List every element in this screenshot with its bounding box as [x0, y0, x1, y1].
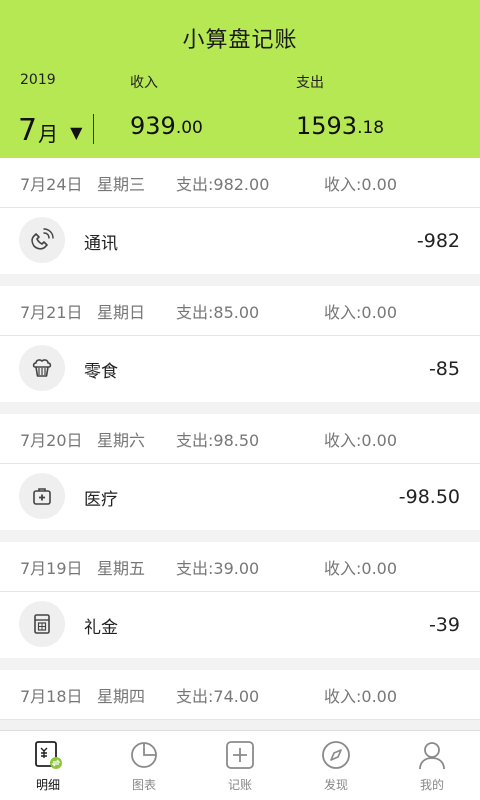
day-expense: 支出:39.00	[176, 558, 260, 578]
cupcake-icon	[19, 345, 65, 391]
month-number: 7	[18, 113, 38, 148]
day-summary-row: 7月24日 星期三 支出:982.00 收入:0.00	[0, 158, 480, 208]
day-group: 7月18日 星期四 支出:74.00 收入:0.00	[0, 670, 480, 720]
app-title: 小算盘记账	[182, 28, 298, 53]
transaction-category: 零食	[84, 361, 118, 382]
tab-label: 我的	[419, 778, 444, 792]
day-expense: 支出:85.00	[176, 302, 260, 322]
summary-header: 小算盘记账 2019 收入 支出 7 月 ▼ 939 .00 1593 .18	[0, 0, 480, 158]
transaction-amount: -982	[416, 230, 460, 252]
tab-ledger[interactable]: 明细	[0, 731, 96, 800]
day-date: 7月18日	[20, 686, 83, 706]
transaction-category: 礼金	[84, 617, 118, 638]
day-income: 收入:0.00	[324, 302, 398, 322]
day-date: 7月20日	[20, 430, 83, 450]
day-weekday: 星期三	[97, 174, 146, 194]
day-income: 收入:0.00	[324, 430, 398, 450]
day-summary-row: 7月20日 星期六 支出:98.50 收入:0.00	[0, 414, 480, 464]
caret-down-icon: ▼	[70, 123, 83, 142]
day-date: 7月24日	[20, 174, 83, 194]
pie-chart-icon	[127, 738, 161, 772]
tab-label: 明细	[35, 778, 60, 792]
day-weekday: 星期四	[97, 686, 146, 706]
red-envelope-icon	[19, 601, 65, 647]
transaction-amount: -85	[428, 358, 460, 380]
transaction-category: 医疗	[84, 489, 118, 510]
day-summary-row: 7月19日 星期五 支出:39.00 收入:0.00	[0, 542, 480, 592]
expense-label: 支出	[296, 75, 324, 91]
day-group: 7月20日 星期六 支出:98.50 收入:0.00 医疗 -98.50	[0, 414, 480, 530]
month-selector[interactable]: 7 月 ▼	[18, 104, 82, 148]
transaction-amount: -39	[428, 614, 460, 636]
year-label[interactable]: 2019	[20, 72, 56, 88]
day-group: 7月19日 星期五 支出:39.00 收入:0.00 礼金 -39	[0, 542, 480, 658]
tab-label: 图表	[131, 778, 156, 792]
day-date: 7月21日	[20, 302, 83, 322]
day-weekday: 星期日	[97, 302, 146, 322]
transaction-row[interactable]: 医疗 -98.50	[0, 464, 480, 530]
tab-label: 记账	[227, 778, 252, 792]
day-expense: 支出:98.50	[176, 430, 260, 450]
day-weekday: 星期五	[97, 558, 146, 578]
month-unit: 月	[38, 122, 59, 146]
day-group: 7月21日 星期日 支出:85.00 收入:0.00 零食 -85	[0, 286, 480, 402]
tab-compass[interactable]: 发现	[288, 731, 384, 800]
transaction-row[interactable]: 通讯 -982	[0, 208, 480, 274]
app-screen: 小算盘记账 2019 收入 支出 7 月 ▼ 939 .00 1593 .18 …	[0, 0, 480, 800]
tab-label: 发现	[323, 778, 348, 792]
income-total: 939 .00	[130, 112, 203, 140]
tab-add[interactable]: 记账	[192, 731, 288, 800]
transaction-list[interactable]: 7月24日 星期三 支出:982.00 收入:0.00 通讯 -982 7月21日 星期日 支出…	[0, 158, 480, 730]
tab-pie-chart[interactable]: 图表	[96, 731, 192, 800]
add-icon	[223, 738, 257, 772]
day-date: 7月19日	[20, 558, 83, 578]
day-income: 收入:0.00	[324, 174, 398, 194]
expense-total: 1593 .18	[296, 112, 384, 140]
day-income: 收入:0.00	[324, 558, 398, 578]
compass-icon	[319, 738, 353, 772]
day-summary-row: 7月21日 星期日 支出:85.00 收入:0.00	[0, 286, 480, 336]
user-icon	[415, 738, 449, 772]
transaction-category: 通讯	[84, 233, 118, 254]
expense-total-integer: 1593	[296, 112, 358, 140]
day-weekday: 星期六	[97, 430, 146, 450]
day-expense: 支出:982.00	[176, 174, 270, 194]
expense-total-decimal: .18	[357, 118, 385, 138]
day-expense: 支出:74.00	[176, 686, 260, 706]
day-income: 收入:0.00	[324, 686, 398, 706]
bottom-tab-bar: 明细 图表 记账 发现 我的	[0, 730, 480, 800]
phone-icon	[19, 217, 65, 263]
medical-kit-icon	[19, 473, 65, 519]
ledger-icon	[31, 738, 65, 772]
transaction-amount: -98.50	[398, 486, 460, 508]
income-label: 收入	[130, 75, 158, 91]
header-divider	[93, 114, 94, 144]
income-total-decimal: .00	[175, 118, 203, 138]
income-total-integer: 939	[130, 112, 176, 140]
transaction-row[interactable]: 零食 -85	[0, 336, 480, 402]
day-group: 7月24日 星期三 支出:982.00 收入:0.00 通讯 -982	[0, 158, 480, 274]
transaction-row[interactable]: 礼金 -39	[0, 592, 480, 658]
tab-user[interactable]: 我的	[384, 731, 480, 800]
day-summary-row: 7月18日 星期四 支出:74.00 收入:0.00	[0, 670, 480, 720]
